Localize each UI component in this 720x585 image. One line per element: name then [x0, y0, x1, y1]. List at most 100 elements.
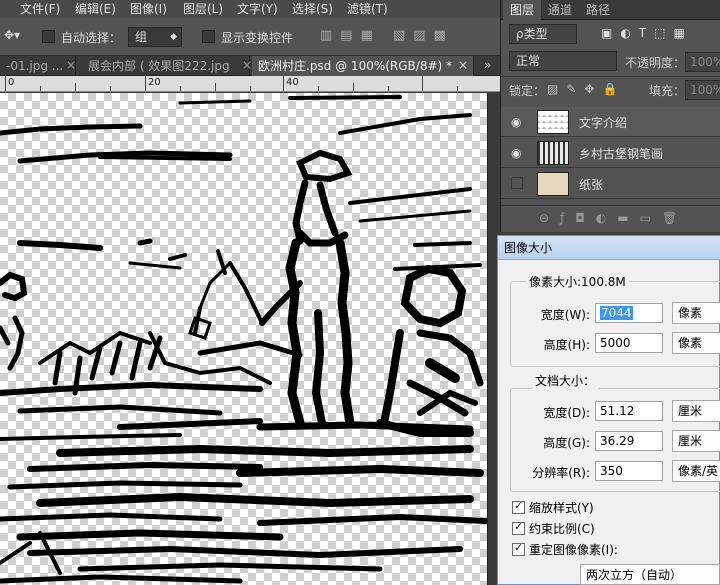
width-label: 宽度(W): — [540, 308, 590, 322]
opacity-value: 100% — [690, 55, 720, 69]
constrain-proportions-checkbox[interactable] — [512, 520, 525, 535]
doc-width-value: 51.12 — [600, 404, 635, 418]
layer-filter-dropdown[interactable]: ρ类型 — [509, 24, 577, 44]
layer-row[interactable]: ◉ 乡村古堡钢笔画 — [501, 138, 720, 168]
options-bar: ✥▾ 自动选择： 组 ◆ 显示变换控件 ▥▤▦ ▧▨▩ — [0, 18, 500, 56]
doc-height-input[interactable]: 36.29 — [595, 431, 663, 451]
height-unit: 像素 — [678, 336, 703, 350]
width-unit-select[interactable]: 像素 — [672, 302, 720, 324]
layer-row[interactable]: 纸张 — [501, 169, 720, 199]
width-input[interactable]: 7044 — [595, 303, 663, 323]
layer-filter-label: ρ类型 — [516, 27, 548, 41]
resolution-value: 350 — [600, 464, 623, 478]
menu-select[interactable]: 选择(S) — [292, 0, 333, 18]
panel-tabs: 图层 通道 路径 — [501, 0, 720, 20]
tab-overflow-icon[interactable]: » — [484, 58, 491, 72]
menu-file[interactable]: 文件(F) — [20, 0, 60, 18]
pixel-dimensions-label: 像素大小:100.8M — [526, 273, 629, 290]
doc-width-unit-select[interactable]: 厘米 — [672, 400, 720, 422]
fill-input[interactable]: 100% — [685, 80, 720, 100]
width-value: 7044 — [600, 306, 633, 320]
scale-styles-checkbox[interactable] — [512, 499, 525, 514]
layer-row[interactable]: ◉ 文字介绍 — [501, 107, 720, 137]
height-value: 5000 — [600, 336, 631, 350]
auto-select-dropdown[interactable]: 组 ◆ — [128, 27, 182, 47]
filter-icons[interactable]: ▣◐T⬚▦ — [601, 26, 693, 40]
tab-label: -01.jpg ... — [6, 59, 64, 73]
constrain-proportions-label: 约束比例(C) — [529, 522, 595, 536]
close-icon[interactable]: × — [242, 58, 252, 72]
menu-edit[interactable]: 编辑(E) — [75, 0, 116, 18]
close-icon[interactable]: × — [458, 58, 468, 72]
menu-type[interactable]: 文字(Y) — [237, 0, 278, 18]
blend-mode-dropdown[interactable]: 正常 — [509, 51, 617, 71]
visibility-toggle-empty[interactable] — [511, 177, 523, 189]
doc-height-label: 高度(G): — [543, 436, 590, 450]
resample-method-select[interactable]: 两次立方（自动） — [580, 564, 720, 585]
pixel-dimensions-group — [510, 281, 720, 367]
lock-icons[interactable]: ▨✎✥🔒 — [547, 82, 625, 96]
tab-label: 欧洲村庄.psd @ 100%(RGB/8#) * — [258, 59, 453, 73]
menu-filter[interactable]: 滤镜(T) — [347, 0, 388, 18]
tab-paths[interactable]: 路径 — [579, 0, 617, 20]
fill-label: 填充： — [649, 84, 686, 98]
doc-height-unit: 厘米 — [678, 434, 703, 448]
fill-value: 100% — [690, 83, 720, 97]
menu-layer[interactable]: 图层(L) — [183, 0, 223, 18]
auto-select-checkbox[interactable] — [42, 30, 55, 43]
doc-width-unit: 厘米 — [678, 404, 703, 418]
menu-bar: 文件(F) 编辑(E) 图像(I) 图层(L) 文字(Y) 选择(S) 滤镜(T… — [0, 0, 500, 18]
horizontal-ruler: 0 20 40 — [0, 75, 500, 92]
height-input[interactable]: 5000 — [595, 333, 663, 353]
tab-doc-1[interactable]: -01.jpg ... — [0, 56, 76, 76]
doc-height-unit-select[interactable]: 厘米 — [672, 430, 720, 452]
width-unit: 像素 — [678, 306, 703, 320]
height-label: 高度(H): — [543, 338, 590, 352]
auto-select-label: 自动选择： — [61, 31, 122, 45]
tab-channels[interactable]: 通道 — [541, 0, 579, 20]
tab-doc-2[interactable]: 展会内部 ( 效果图222.jpg — [82, 56, 250, 76]
resample-checkbox[interactable] — [512, 541, 525, 556]
resample-method-value: 两次立方（自动） — [586, 568, 683, 582]
align-icons[interactable]: ▥▤▦ ▧▨▩ — [320, 28, 454, 43]
tab-doc-3-active[interactable]: 欧洲村庄.psd @ 100%(RGB/8#) * — [252, 56, 474, 76]
layers-panel: 图层 通道 路径 ρ类型 ▣◐T⬚▦ 正常 不透明度： 100% 锁定： ▨✎✥… — [500, 0, 720, 232]
move-tool-icon[interactable]: ✥▾ — [4, 28, 20, 42]
lock-label: 锁定： — [509, 84, 546, 98]
image-size-dialog: 图像大小 像素大小:100.8M 宽度(W): 7044 像素 高度(H): 5… — [497, 235, 720, 585]
close-icon[interactable]: × — [66, 58, 76, 72]
doc-width-label: 宽度(D): — [543, 406, 590, 420]
layer-thumbnail — [537, 141, 569, 165]
pen-sketch-artwork — [0, 95, 487, 584]
layer-name: 文字介绍 — [579, 116, 628, 130]
document-size-label: 文档大小： — [532, 372, 599, 389]
dropdown-arrow-icon: ◆ — [170, 32, 177, 42]
eye-icon[interactable]: ◉ — [511, 115, 525, 129]
ruler-label: 40 — [286, 77, 299, 88]
layers-panel-footer: ⊖ƒ◘◐▬▭🗑 — [501, 205, 720, 232]
resolution-label: 分辨率(R): — [532, 466, 590, 480]
resolution-unit: 像素/英 — [678, 464, 719, 478]
opacity-label: 不透明度： — [625, 56, 686, 70]
resolution-unit-select[interactable]: 像素/英 — [672, 460, 720, 482]
blend-mode-value: 正常 — [516, 54, 541, 68]
show-transform-label: 显示变换控件 — [221, 31, 294, 45]
resolution-input[interactable]: 350 — [595, 461, 663, 481]
doc-height-value: 36.29 — [600, 434, 635, 448]
document-tabs: -01.jpg ... × 展会内部 ( 效果图222.jpg × 欧洲村庄.p… — [0, 56, 500, 76]
menu-image[interactable]: 图像(I) — [130, 0, 167, 18]
doc-width-input[interactable]: 51.12 — [595, 401, 663, 421]
eye-icon[interactable]: ◉ — [511, 146, 525, 160]
show-transform-checkbox[interactable] — [202, 30, 215, 43]
layer-name: 纸张 — [579, 178, 604, 192]
layer-action-icons[interactable]: ⊖ƒ◘◐▬▭🗑 — [539, 211, 688, 225]
ruler-label: 20 — [148, 77, 161, 88]
tab-layers[interactable]: 图层 — [503, 0, 542, 20]
layer-thumbnail — [537, 110, 569, 134]
document-canvas[interactable] — [0, 93, 487, 585]
layer-thumbnail — [537, 172, 569, 196]
opacity-input[interactable]: 100% — [685, 52, 720, 72]
dialog-title[interactable]: 图像大小 — [498, 236, 720, 260]
ruler-label: 0 — [8, 77, 15, 88]
height-unit-select[interactable]: 像素 — [672, 332, 720, 354]
